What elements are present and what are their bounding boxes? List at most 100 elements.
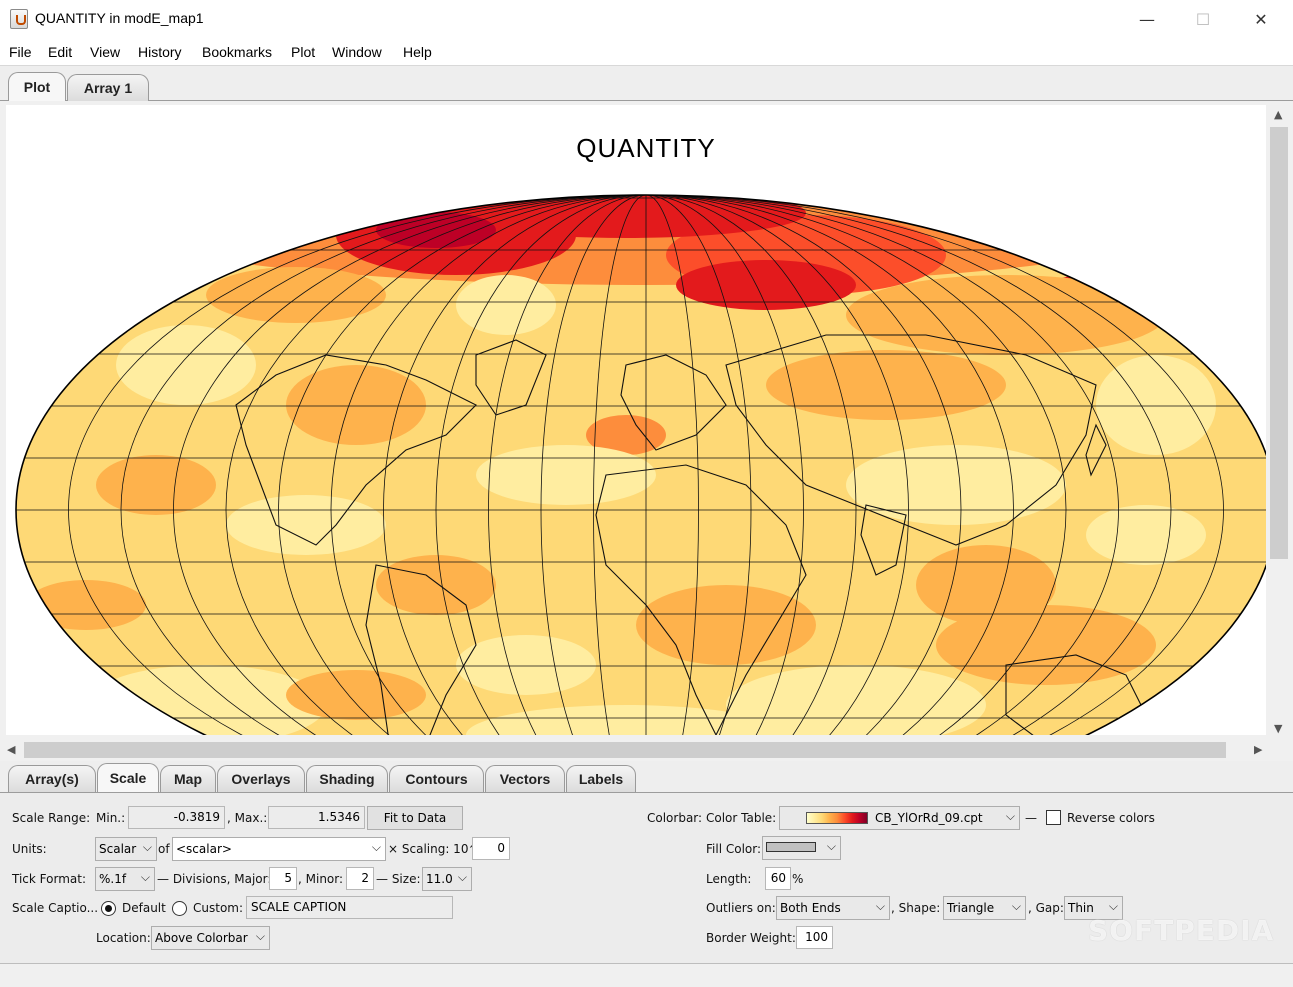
units-dropdown[interactable]: Scalar ⌵ xyxy=(95,837,157,861)
tick-format-value: %.1f xyxy=(99,872,127,886)
color-table-swatch xyxy=(806,812,868,824)
menu-bookmarks[interactable]: Bookmarks xyxy=(202,44,272,60)
scalar-dropdown[interactable]: <scalar> ⌵ xyxy=(172,837,386,861)
heat-patch xyxy=(116,325,256,405)
font-size-dropdown[interactable]: 11.0 ⌵ xyxy=(422,867,472,891)
heat-patch xyxy=(286,365,426,445)
menu-edit[interactable]: Edit xyxy=(48,44,72,60)
menu-history[interactable]: History xyxy=(138,44,182,60)
maximize-button[interactable]: ☐ xyxy=(1180,0,1226,38)
caption-custom-label: Custom: xyxy=(193,901,244,915)
heat-patch xyxy=(936,605,1156,685)
caption-default-label: Default xyxy=(122,901,166,915)
chevron-down-icon: ⌵ xyxy=(371,840,381,854)
gap-label: , Gap: xyxy=(1028,901,1064,915)
menu-help[interactable]: Help xyxy=(403,44,432,60)
tab-array-1[interactable]: Array 1 xyxy=(67,74,149,101)
tab-scale[interactable]: Scale xyxy=(97,763,159,792)
caption-default-radio[interactable] xyxy=(101,901,116,916)
tab-labels[interactable]: Labels xyxy=(566,765,636,792)
heat-patch xyxy=(376,555,496,615)
color-table-label: Color Table: xyxy=(706,811,777,825)
chevron-down-icon: ⌵ xyxy=(457,870,467,884)
menu-window[interactable]: Window xyxy=(332,44,382,60)
heat-patch xyxy=(846,445,1066,525)
of-label: of xyxy=(158,842,170,856)
fit-to-data-button[interactable]: Fit to Data xyxy=(367,806,463,830)
menu-plot[interactable]: Plot xyxy=(291,44,315,60)
chevron-down-icon: ⌵ xyxy=(826,839,836,853)
min-label: Min.: xyxy=(96,811,126,825)
caption-custom-radio[interactable] xyxy=(172,901,187,916)
scale-max-field[interactable]: 1.5346 xyxy=(268,806,365,829)
location-dropdown[interactable]: Above Colorbar ⌵ xyxy=(151,926,270,950)
heat-patch xyxy=(1086,505,1206,565)
color-table-dropdown[interactable]: CB_YlOrRd_09.cpt ⌵ xyxy=(779,806,1020,830)
divisions-label: — Divisions, Major: xyxy=(157,872,272,886)
heat-patch xyxy=(96,455,216,515)
size-label: — Size: xyxy=(376,872,421,886)
length-unit: % xyxy=(792,872,804,886)
minor-label: , Minor: xyxy=(298,872,344,886)
chevron-down-icon: ⌵ xyxy=(142,840,152,854)
length-label: Length: xyxy=(706,872,752,886)
outliers-dropdown[interactable]: Both Ends ⌵ xyxy=(776,896,890,920)
max-label: , Max.: xyxy=(227,811,268,825)
settings-tabs: Array(s) Scale Map Overlays Shading Cont… xyxy=(0,761,1293,793)
scroll-down-icon[interactable]: ▼ xyxy=(1274,722,1282,735)
heat-patch xyxy=(456,275,556,335)
menu-bar: File Edit View History Bookmarks Plot Wi… xyxy=(0,38,1293,66)
tab-plot[interactable]: Plot xyxy=(8,72,66,101)
heat-patch xyxy=(226,495,386,555)
length-field[interactable]: 60 xyxy=(765,867,791,890)
fill-color-swatch xyxy=(766,842,816,852)
tab-shading[interactable]: Shading xyxy=(306,765,388,792)
chevron-down-icon: ⌵ xyxy=(255,929,265,943)
tab-overlays[interactable]: Overlays xyxy=(217,765,305,792)
minor-divisions-field[interactable]: 2 xyxy=(346,867,374,890)
shape-value: Triangle xyxy=(947,901,995,915)
location-label: Location: xyxy=(96,931,151,945)
close-button[interactable]: ✕ xyxy=(1238,0,1284,38)
shape-dropdown[interactable]: Triangle ⌵ xyxy=(943,896,1026,920)
chevron-down-icon: ⌵ xyxy=(1011,899,1021,913)
vertical-scroll-thumb[interactable] xyxy=(1270,127,1288,559)
tab-contours[interactable]: Contours xyxy=(389,765,484,792)
chevron-down-icon: ⌵ xyxy=(1108,899,1118,913)
gap-value: Thin xyxy=(1068,901,1094,915)
window-title: QUANTITY in modE_map1 xyxy=(35,10,204,26)
menu-file[interactable]: File xyxy=(9,44,32,60)
major-divisions-field[interactable]: 5 xyxy=(269,867,297,890)
heat-patch xyxy=(476,445,656,505)
tick-format-dropdown[interactable]: %.1f ⌵ xyxy=(95,867,155,891)
outliers-value: Both Ends xyxy=(780,901,841,915)
heat-patch xyxy=(456,635,596,695)
tick-format-label: Tick Format: xyxy=(12,872,86,886)
tab-map[interactable]: Map xyxy=(160,765,216,792)
scalar-value: <scalar> xyxy=(176,842,232,856)
plot-canvas[interactable]: QUANTITY xyxy=(6,105,1266,735)
minimize-button[interactable]: — xyxy=(1124,0,1170,38)
fill-color-label: Fill Color: xyxy=(706,842,762,856)
scale-caption-label: Scale Captio... xyxy=(12,901,99,915)
scale-min-field[interactable]: -0.3819 xyxy=(128,806,225,829)
tab-arrays[interactable]: Array(s) xyxy=(8,765,96,792)
border-weight-field[interactable]: 100 xyxy=(796,926,833,949)
title-bar: QUANTITY in modE_map1 — ☐ ✕ xyxy=(0,0,1293,38)
scaling-exponent-field[interactable]: 0 xyxy=(472,837,510,860)
menu-view[interactable]: View xyxy=(90,44,120,60)
scroll-left-icon[interactable]: ◀ xyxy=(7,743,15,756)
outliers-label: Outliers on: xyxy=(706,901,776,915)
horizontal-scroll-thumb[interactable] xyxy=(24,742,1226,758)
heat-patch xyxy=(676,260,856,310)
tab-vectors[interactable]: Vectors xyxy=(485,765,565,792)
scaling-label: × Scaling: 10^ xyxy=(388,842,479,856)
dash-separator: — xyxy=(1025,811,1037,825)
reverse-colors-checkbox[interactable] xyxy=(1046,810,1061,825)
caption-text-field[interactable]: SCALE CAPTION xyxy=(246,896,453,919)
fill-color-dropdown[interactable]: ⌵ xyxy=(762,836,841,860)
scroll-right-icon[interactable]: ▶ xyxy=(1254,743,1262,756)
heat-patch xyxy=(636,585,816,665)
scroll-up-icon[interactable]: ▲ xyxy=(1274,108,1282,121)
heat-patch xyxy=(846,275,1166,355)
